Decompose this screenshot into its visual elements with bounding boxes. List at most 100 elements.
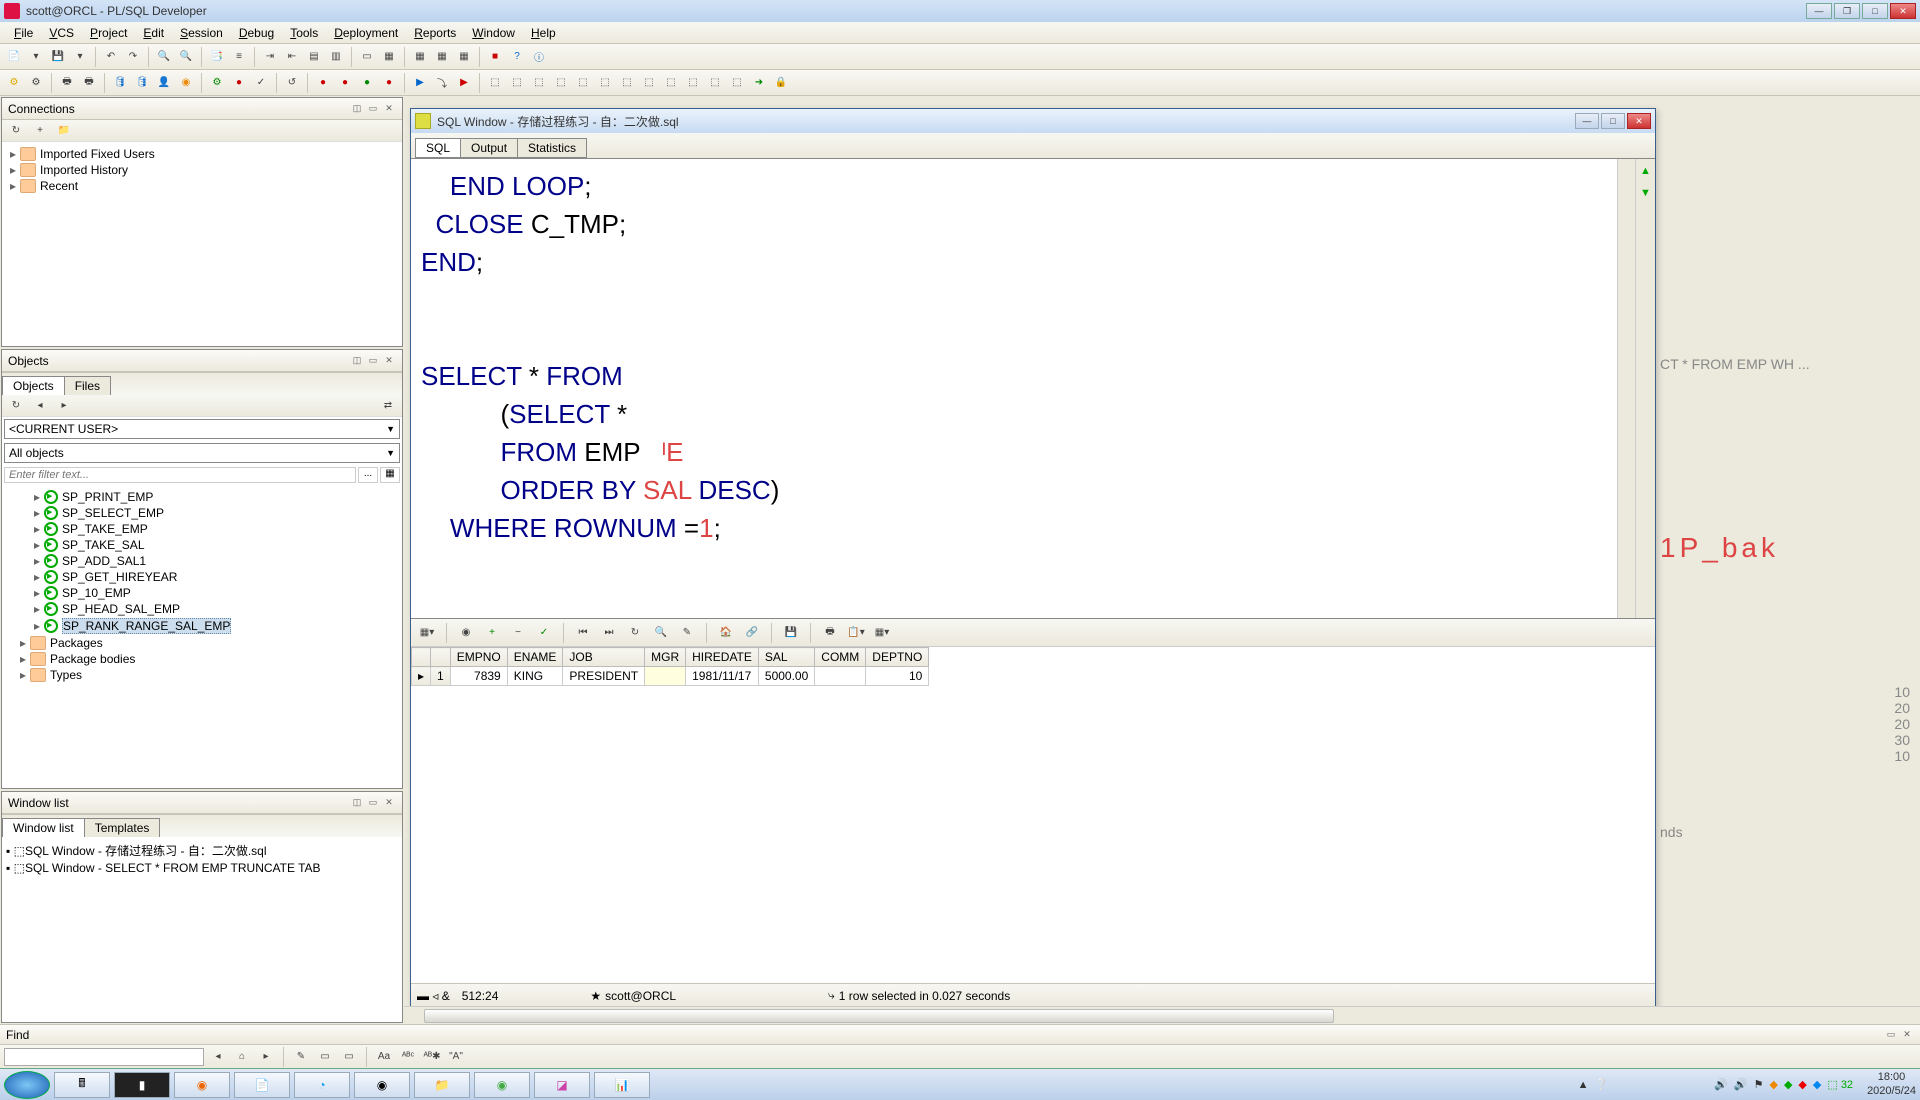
tab-objects[interactable]: Objects xyxy=(2,376,65,395)
windowlist-tree[interactable]: ▪ ⬚ SQL Window - 存储过程练习 - 自：二次做.sql ▪ ⬚ … xyxy=(2,837,402,1022)
find-word-icon[interactable]: ᴬᴮᶜ xyxy=(398,1047,418,1067)
gridview-icon[interactable]: ▦▾ xyxy=(417,623,437,643)
grid3-icon[interactable]: ▦ xyxy=(454,47,474,67)
folder-item[interactable]: ▸Package bodies xyxy=(6,651,398,667)
sqlwin-maximize-button[interactable]: □ xyxy=(1601,113,1625,129)
schema-icon[interactable]: ◉ xyxy=(176,73,196,93)
menu-session[interactable]: Session xyxy=(172,24,231,42)
task-explorer[interactable]: 📁 xyxy=(414,1072,470,1098)
print-icon[interactable]: 🖶 xyxy=(57,73,77,93)
refresh-icon[interactable]: ↻ xyxy=(6,396,26,416)
tab-templates[interactable]: Templates xyxy=(84,818,161,837)
menu-reports[interactable]: Reports xyxy=(406,24,464,42)
object-item[interactable]: ▸SP_RANK_RANGE_SAL_EMP xyxy=(6,617,398,635)
find-next-icon[interactable]: ▸ xyxy=(256,1047,276,1067)
print-results-icon[interactable]: 🖶 xyxy=(820,623,840,643)
find-prev-icon[interactable]: ◂ xyxy=(208,1047,228,1067)
open-icon[interactable]: ▾ xyxy=(26,47,46,67)
dock-icon[interactable]: ▭ xyxy=(366,796,380,810)
stop2-icon[interactable]: ▶ xyxy=(454,73,474,93)
ball1-icon[interactable]: ● xyxy=(313,73,333,93)
col-mgr[interactable]: MGR xyxy=(645,648,686,667)
singlerow-icon[interactable]: ◉ xyxy=(456,623,476,643)
undo-icon[interactable]: ↶ xyxy=(101,47,121,67)
find-opt1-icon[interactable]: ▭ xyxy=(315,1047,335,1067)
edit-icon[interactable]: ✎ xyxy=(677,623,697,643)
col-ename[interactable]: ENAME xyxy=(507,648,563,667)
home-icon[interactable]: 🏠 xyxy=(716,623,736,643)
task-notepad[interactable]: 📄 xyxy=(234,1072,290,1098)
bookmark-icon[interactable]: 📑 xyxy=(207,47,227,67)
print2-icon[interactable]: 🖶 xyxy=(79,73,99,93)
export2-icon[interactable]: ▦▾ xyxy=(872,623,892,643)
tray-icon[interactable]: ▲ xyxy=(1578,1079,1589,1091)
debug12-icon[interactable]: ⬚ xyxy=(727,73,747,93)
debug2-icon[interactable]: ⬚ xyxy=(507,73,527,93)
menu-file[interactable]: File xyxy=(6,24,41,42)
task-terminal[interactable]: ▮ xyxy=(114,1072,170,1098)
menu-tools[interactable]: Tools xyxy=(282,24,326,42)
tab-windowlist[interactable]: Window list xyxy=(2,818,85,837)
debug7-icon[interactable]: ⬚ xyxy=(617,73,637,93)
find-sel-icon[interactable]: "A" xyxy=(446,1047,466,1067)
swap-icon[interactable]: ⇄ xyxy=(378,396,398,416)
menu-edit[interactable]: Edit xyxy=(135,24,172,42)
comment-icon[interactable]: ▤ xyxy=(304,47,324,67)
nav-back-icon[interactable]: ◂ xyxy=(30,396,50,416)
gear2-icon[interactable]: ⚙ xyxy=(26,73,46,93)
debug6-icon[interactable]: ⬚ xyxy=(595,73,615,93)
menu-vcs[interactable]: VCS xyxy=(41,24,82,42)
exit-icon[interactable]: ➜ xyxy=(749,73,769,93)
task-firefox[interactable]: ◉ xyxy=(174,1072,230,1098)
col-comm[interactable]: COMM xyxy=(815,648,866,667)
maximize-button[interactable]: □ xyxy=(1862,3,1888,19)
task-app1[interactable]: ◉ xyxy=(474,1072,530,1098)
ball2-icon[interactable]: ● xyxy=(335,73,355,93)
task-chrome[interactable]: ◉ xyxy=(354,1072,410,1098)
menu-window[interactable]: Window xyxy=(464,24,523,42)
pin-icon[interactable]: ◫ xyxy=(350,102,364,116)
find-close-icon[interactable]: ✕ xyxy=(1900,1029,1914,1040)
tree-item[interactable]: Imported Fixed Users xyxy=(40,147,155,161)
object-item[interactable]: ▸SP_TAKE_SAL xyxy=(6,537,398,553)
delrow-icon[interactable]: − xyxy=(508,623,528,643)
ball4-icon[interactable]: ● xyxy=(379,73,399,93)
break-icon[interactable]: ● xyxy=(229,73,249,93)
user-combo[interactable]: <CURRENT USER>▼ xyxy=(4,419,400,439)
task-calculator[interactable]: 🖩 xyxy=(54,1072,110,1098)
table-row[interactable]: ▸ 1 7839 KING PRESIDENT 1981/11/17 5000.… xyxy=(412,667,929,686)
execute-icon[interactable]: ⚙ xyxy=(207,73,227,93)
sqlwin-close-button[interactable]: ✕ xyxy=(1627,113,1651,129)
db2-icon[interactable]: 🛢 xyxy=(132,73,152,93)
refresh-results-icon[interactable]: ↻ xyxy=(625,623,645,643)
debug1-icon[interactable]: ⬚ xyxy=(485,73,505,93)
new-icon[interactable]: 📄 xyxy=(4,47,24,67)
filter-button[interactable]: ... xyxy=(358,467,378,483)
export-icon[interactable]: 💾 xyxy=(781,623,801,643)
run-icon[interactable]: ▶ xyxy=(410,73,430,93)
folder-item[interactable]: ▸Types xyxy=(6,667,398,683)
info-icon[interactable]: ⓘ xyxy=(529,47,549,67)
folder-item[interactable]: ▸Packages xyxy=(6,635,398,651)
filter-clear-button[interactable]: ▦ xyxy=(380,467,400,483)
col-deptno[interactable]: DEPTNO xyxy=(866,648,929,667)
lock-icon[interactable]: 🔒 xyxy=(771,73,791,93)
nav-down-icon[interactable]: ▼ xyxy=(1636,187,1655,199)
user-icon[interactable]: 👤 xyxy=(154,73,174,93)
tree-item[interactable]: Imported History xyxy=(40,163,128,177)
col-sal[interactable]: SAL xyxy=(758,648,814,667)
window-icon[interactable]: ▭ xyxy=(357,47,377,67)
addrow-icon[interactable]: + xyxy=(482,623,502,643)
object-item[interactable]: ▸SP_TAKE_EMP xyxy=(6,521,398,537)
commit-icon[interactable]: ✓ xyxy=(251,73,271,93)
redo-icon[interactable]: ↷ xyxy=(123,47,143,67)
grid1-icon[interactable]: ▦ xyxy=(410,47,430,67)
object-item[interactable]: ▸SP_PRINT_EMP xyxy=(6,489,398,505)
hscrollbar[interactable] xyxy=(404,1006,1920,1024)
tile-icon[interactable]: ▦ xyxy=(379,47,399,67)
close-panel-icon[interactable]: ✕ xyxy=(382,354,396,368)
menu-project[interactable]: Project xyxy=(82,24,135,42)
list-item[interactable]: ▪ ⬚ SQL Window - SELECT * FROM EMP TRUNC… xyxy=(6,860,398,876)
debug10-icon[interactable]: ⬚ xyxy=(683,73,703,93)
debug4-icon[interactable]: ⬚ xyxy=(551,73,571,93)
